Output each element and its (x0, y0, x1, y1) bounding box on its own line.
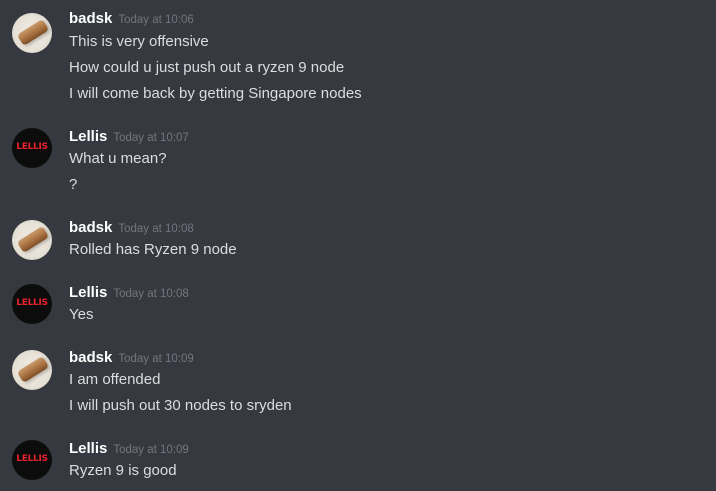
rusty-bar-icon (16, 226, 50, 253)
timestamp[interactable]: Today at 10:09 (118, 353, 193, 365)
message-header: Lellis Today at 10:08 (69, 284, 189, 302)
timestamp[interactable]: Today at 10:09 (113, 444, 188, 456)
timestamp[interactable]: Today at 10:08 (118, 223, 193, 235)
rusty-bar-icon (16, 19, 50, 46)
avatar[interactable] (12, 13, 52, 53)
username[interactable]: Lellis (69, 128, 107, 145)
message-header: badsk Today at 10:08 (69, 219, 194, 237)
message-header: badsk Today at 10:06 (69, 10, 194, 28)
message-text: This is very offensive (69, 33, 209, 50)
timestamp[interactable]: Today at 10:07 (113, 132, 188, 144)
username[interactable]: Lellis (69, 440, 107, 457)
message-text: Yes (69, 306, 94, 323)
username[interactable]: badsk (69, 10, 112, 27)
message-header: badsk Today at 10:09 (69, 349, 194, 367)
lellis-logo-icon: LELLIS (16, 142, 48, 152)
username[interactable]: Lellis (69, 284, 107, 301)
message-text: Rolled has Ryzen 9 node (69, 241, 237, 258)
message-text: What u mean? (69, 150, 167, 167)
timestamp[interactable]: Today at 10:06 (118, 14, 193, 26)
rusty-bar-icon (16, 356, 50, 383)
message-header: Lellis Today at 10:09 (69, 440, 189, 458)
lellis-logo-icon: LELLIS (16, 298, 48, 308)
avatar[interactable] (12, 220, 52, 260)
message-text: I will push out 30 nodes to sryden (69, 397, 292, 414)
message-text: ? (69, 176, 78, 193)
avatar[interactable]: LELLIS (12, 440, 52, 480)
avatar[interactable] (12, 350, 52, 390)
message-header: Lellis Today at 10:07 (69, 128, 189, 146)
message-text: I am offended (69, 371, 161, 388)
username[interactable]: badsk (69, 349, 112, 366)
avatar[interactable]: LELLIS (12, 284, 52, 324)
message-text: Ryzen 9 is good (69, 462, 177, 479)
message-text: How could u just push out a ryzen 9 node (69, 59, 345, 76)
message-text: I will come back by getting Singapore no… (69, 85, 362, 102)
avatar[interactable]: LELLIS (12, 128, 52, 168)
username[interactable]: badsk (69, 219, 112, 236)
timestamp[interactable]: Today at 10:08 (113, 288, 188, 300)
lellis-logo-icon: LELLIS (16, 454, 48, 464)
